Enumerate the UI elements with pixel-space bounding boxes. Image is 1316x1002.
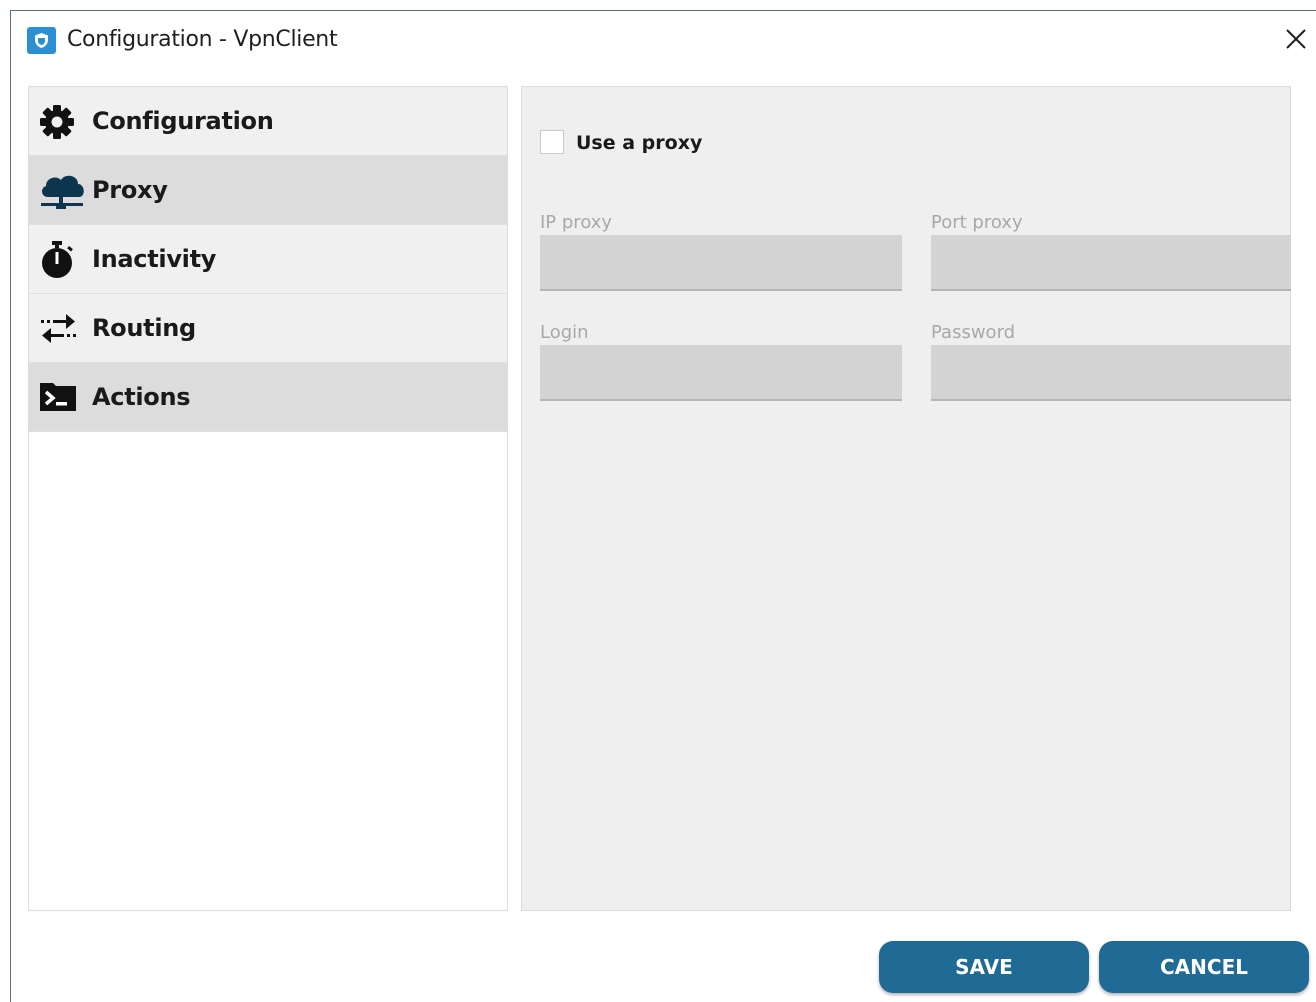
sidebar-item-label: Inactivity	[92, 245, 217, 273]
gear-icon	[39, 103, 79, 141]
cancel-button[interactable]: CANCEL	[1099, 941, 1309, 993]
terminal-icon	[39, 379, 79, 417]
password-input[interactable]	[931, 345, 1291, 401]
cloud-network-icon	[39, 172, 84, 210]
password-label: Password	[931, 322, 1016, 343]
swap-arrows-icon	[39, 310, 79, 348]
port-proxy-label: Port proxy	[931, 212, 1023, 233]
use-proxy-checkbox[interactable]	[540, 130, 564, 154]
ip-proxy-label: IP proxy	[540, 212, 613, 233]
sidebar-item-label: Proxy	[92, 176, 168, 204]
sidebar-item-actions[interactable]: Actions	[29, 363, 507, 432]
sidebar-item-label: Actions	[92, 383, 191, 411]
shield-icon	[27, 27, 56, 54]
close-icon[interactable]	[1282, 25, 1310, 53]
sidebar-item-label: Routing	[92, 314, 196, 342]
save-button[interactable]: SAVE	[879, 941, 1089, 993]
login-label: Login	[540, 322, 589, 343]
sidebar-item-inactivity[interactable]: Inactivity	[29, 225, 507, 294]
proxy-settings-panel: Use a proxy IP proxy Port proxy Login Pa…	[521, 86, 1291, 911]
sidebar-item-routing[interactable]: Routing	[29, 294, 507, 363]
login-input[interactable]	[540, 345, 902, 401]
stopwatch-icon	[39, 241, 79, 279]
config-window: Configuration - VpnClient Configuration …	[10, 10, 1316, 1002]
port-proxy-input[interactable]	[931, 235, 1291, 291]
window-title: Configuration - VpnClient	[67, 27, 338, 52]
title-bar: Configuration - VpnClient	[11, 11, 1316, 69]
use-proxy-label: Use a proxy	[576, 132, 703, 154]
sidebar-nav: Configuration Proxy Inactivity Routing A…	[28, 86, 508, 911]
sidebar-item-proxy[interactable]: Proxy	[29, 156, 507, 225]
ip-proxy-input[interactable]	[540, 235, 902, 291]
sidebar-item-configuration[interactable]: Configuration	[29, 87, 507, 156]
sidebar-item-label: Configuration	[92, 107, 274, 135]
